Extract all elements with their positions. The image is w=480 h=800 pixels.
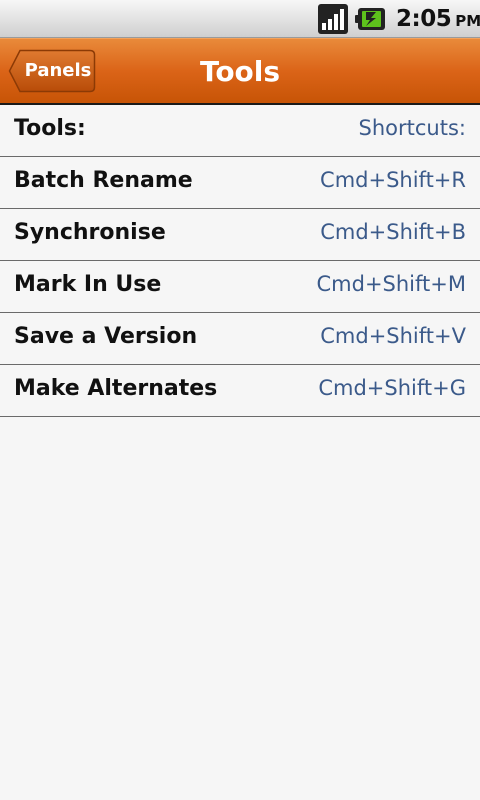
tool-shortcut: Cmd+Shift+B xyxy=(320,220,466,244)
signal-strength-icon xyxy=(318,4,348,34)
clock-time: 2:05 xyxy=(396,6,452,32)
tool-name: Synchronise xyxy=(14,220,166,245)
status-bar: 2:05 PM xyxy=(0,0,480,38)
tool-name: Mark In Use xyxy=(14,272,162,297)
page-title: Tools xyxy=(199,55,281,88)
tool-shortcut: Cmd+Shift+V xyxy=(320,324,466,348)
column-header-tools: Tools: xyxy=(14,116,86,141)
list-item-synchronise[interactable]: Synchronise Cmd+Shift+B xyxy=(0,209,480,261)
tool-shortcut: Cmd+Shift+R xyxy=(320,168,466,192)
battery-charging-icon xyxy=(355,8,385,30)
list-item-make-alternates[interactable]: Make Alternates Cmd+Shift+G xyxy=(0,365,480,417)
list-header-row: Tools: Shortcuts: xyxy=(0,105,480,157)
column-header-shortcuts: Shortcuts: xyxy=(358,116,466,140)
tool-shortcut: Cmd+Shift+M xyxy=(316,272,467,296)
clock-ampm: PM xyxy=(455,12,480,30)
list-item-save-a-version[interactable]: Save a Version Cmd+Shift+V xyxy=(0,313,480,365)
title-bar: Panels Tools xyxy=(0,38,480,105)
list-item-batch-rename[interactable]: Batch Rename Cmd+Shift+R xyxy=(0,157,480,209)
tool-shortcut: Cmd+Shift+G xyxy=(318,376,466,400)
tool-name: Make Alternates xyxy=(14,376,218,401)
tools-list: Tools: Shortcuts: Batch Rename Cmd+Shift… xyxy=(0,105,480,417)
back-button-label: Panels xyxy=(24,60,92,81)
tool-name: Save a Version xyxy=(14,324,198,349)
list-item-mark-in-use[interactable]: Mark In Use Cmd+Shift+M xyxy=(0,261,480,313)
tool-name: Batch Rename xyxy=(14,168,193,193)
back-button-panels[interactable]: Panels xyxy=(8,49,96,93)
status-clock: 2:05 PM xyxy=(396,5,480,33)
